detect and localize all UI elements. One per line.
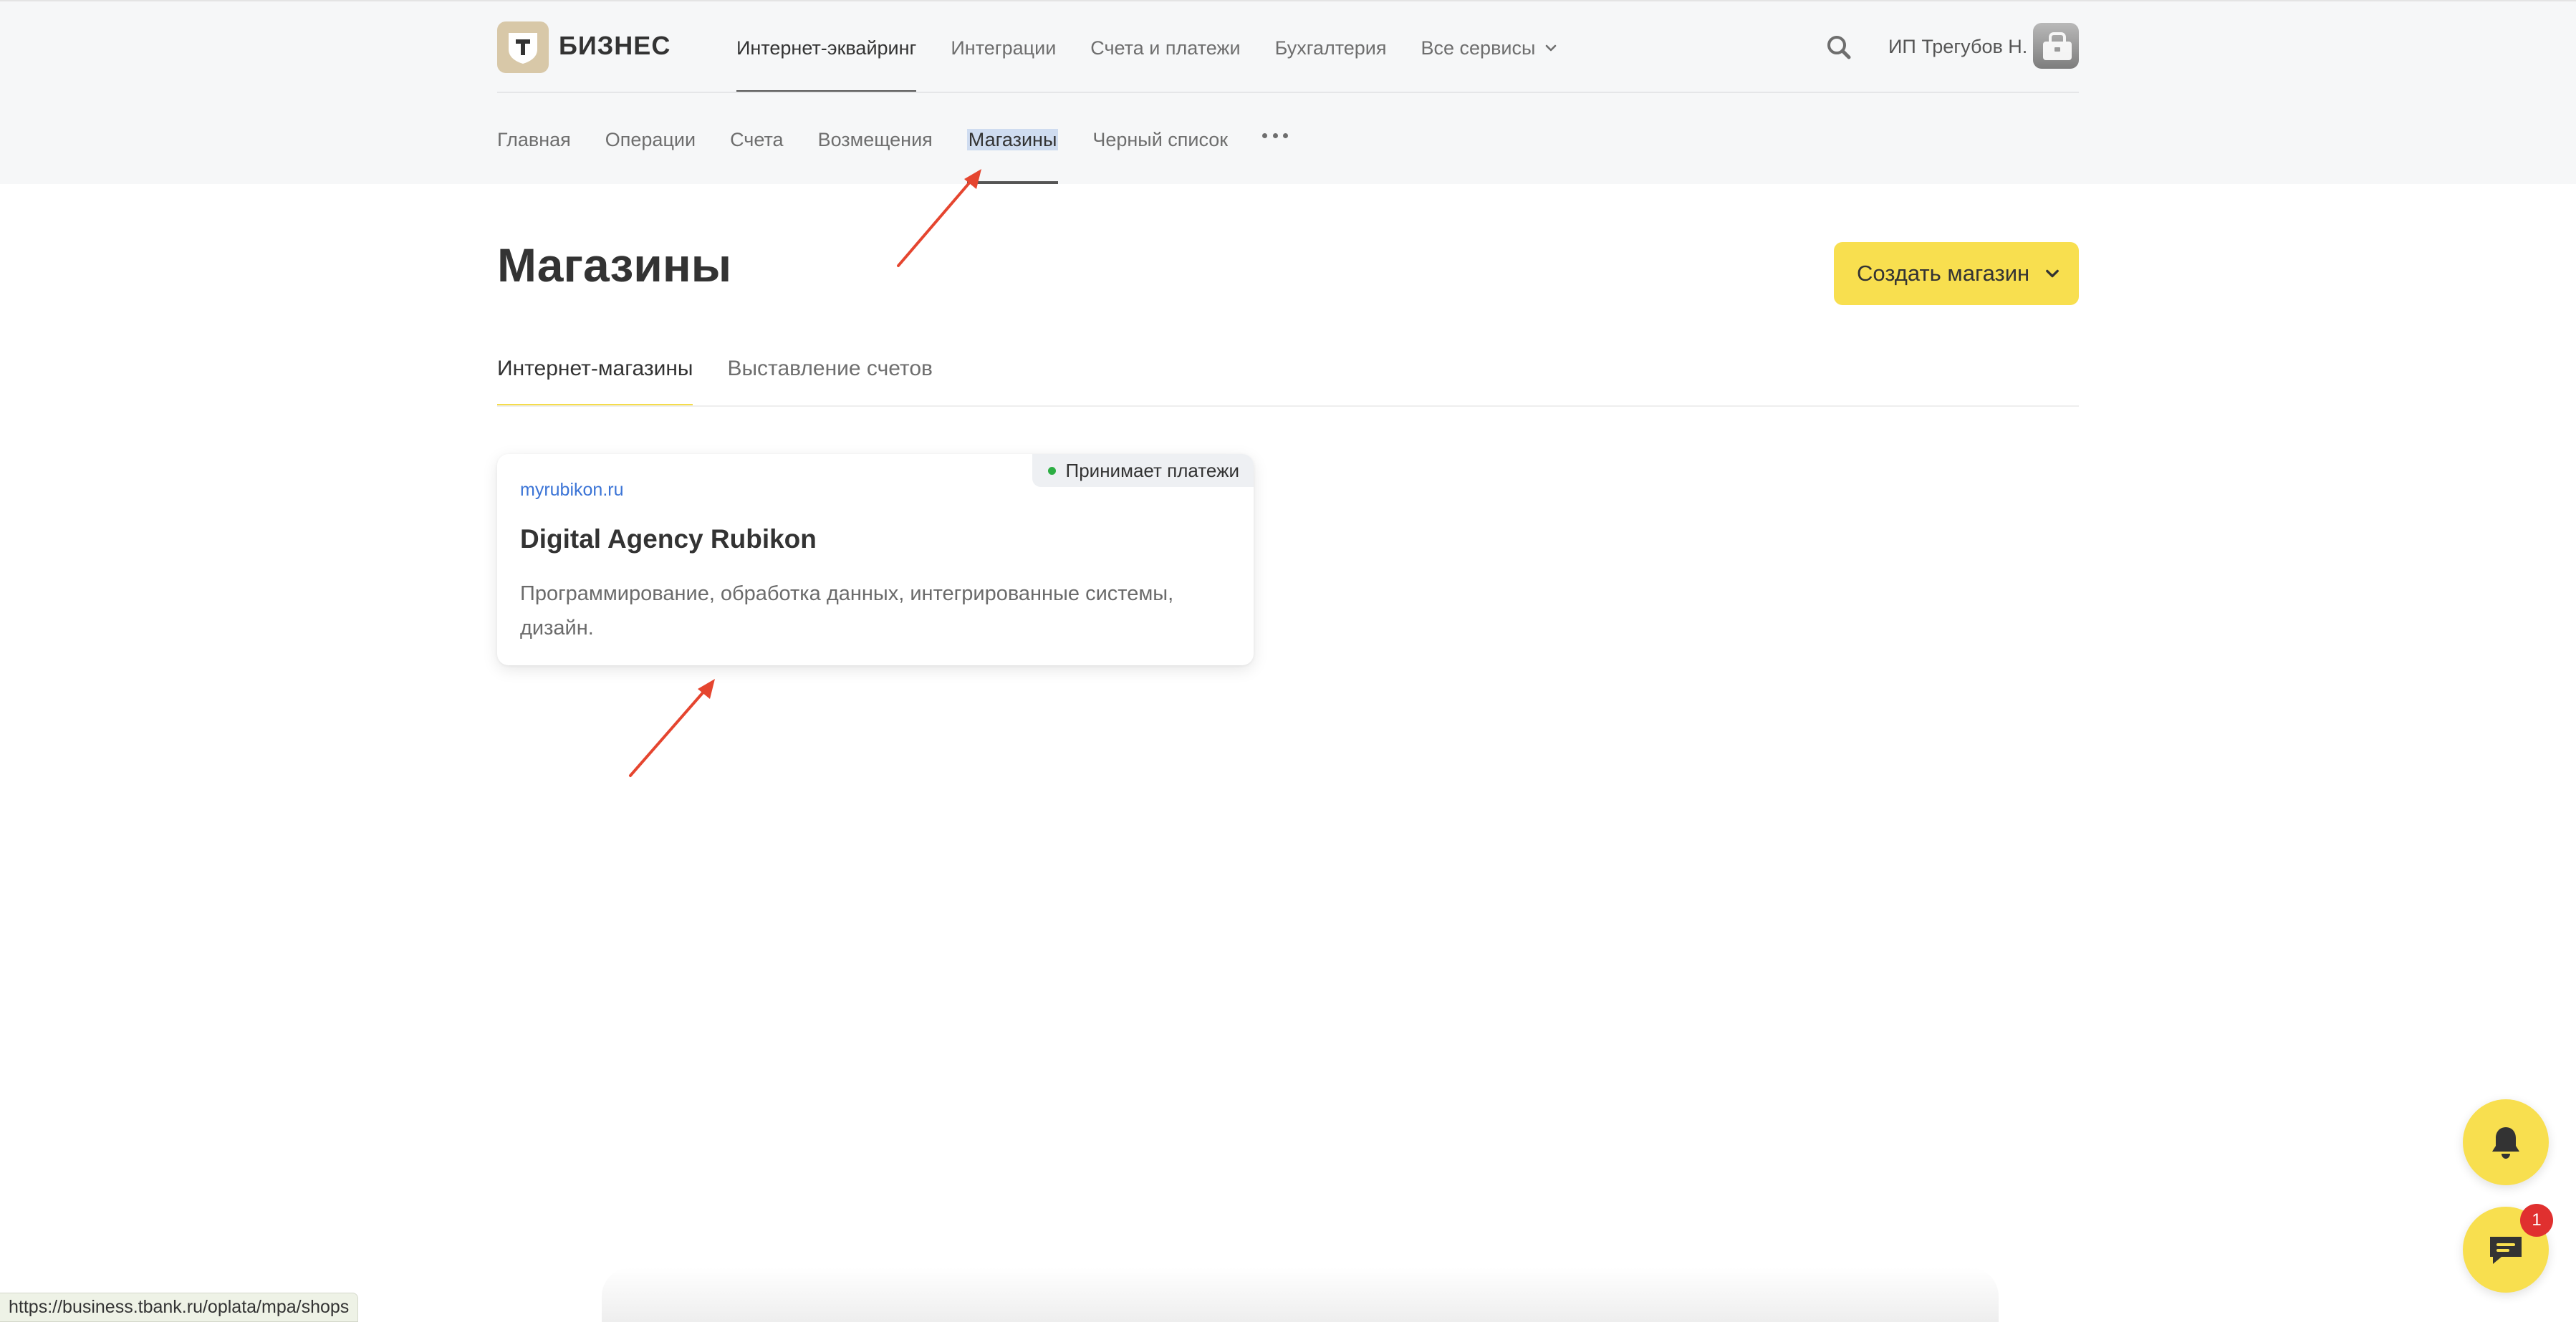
create-shop-label: Создать магазин [1857,261,2030,286]
sub-nav-shops-label: Магазины [966,129,1059,150]
shop-tabs: Интернет-магазины Выставление счетов [497,351,967,407]
sub-nav: Главная Операции Счета Возмещения Магази… [497,122,1289,184]
top-nav-label: Бухгалтерия [1274,37,1387,59]
chat-button[interactable]: 1 [2463,1204,2553,1293]
arrow-to-shop-card [629,679,715,777]
tab-invoicing[interactable]: Выставление счетов [727,351,932,407]
tabs-divider [497,405,2079,407]
top-nav-acquiring[interactable]: Интернет-эквайринг [736,20,917,93]
avatar[interactable] [2033,23,2079,69]
status-dot-icon [1047,466,1056,475]
top-nav-accounting[interactable]: Бухгалтерия [1275,20,1387,76]
bell-icon [2492,1127,2519,1159]
top-nav-integrations[interactable]: Интеграции [951,20,1056,76]
top-nav-all-services[interactable]: Все сервисы [1421,20,1559,76]
sub-nav-home[interactable]: Главная [497,122,571,158]
header-divider [497,92,2079,93]
search-icon[interactable] [1825,33,1853,62]
sub-nav-accounts[interactable]: Счета [730,122,783,158]
sub-nav-blacklist[interactable]: Черный список [1092,122,1228,158]
user-name[interactable]: ИП Трегубов Н. [1888,36,2027,58]
top-bar: БИЗНЕС Интернет-эквайринг Интеграции Сче… [497,20,2079,94]
chevron-down-icon [2046,269,2060,278]
page-title: Магазины [497,238,732,291]
briefcase-icon [2043,32,2072,60]
shop-url[interactable]: myrubikon.ru [520,480,624,501]
top-nav-label: Счета и платежи [1090,37,1241,59]
shop-name: Digital Agency Rubikon [520,524,817,554]
status-bar-url: https://business.tbank.ru/oplata/mpa/sho… [0,1293,359,1322]
create-shop-button[interactable]: Создать магазин [1834,242,2079,305]
annotation-arrows [629,169,981,777]
sub-nav-shops[interactable]: Магазины [966,122,1059,184]
status-badge: Принимает платежи [1032,454,1254,487]
top-nav-label: Интеграции [951,37,1057,59]
notifications-button[interactable] [2463,1099,2549,1185]
logo-icon[interactable] [497,21,549,73]
chevron-down-icon [1546,44,1557,52]
shop-description: Программирование, обработка данных, инте… [520,582,1174,640]
tab-online-shops[interactable]: Интернет-магазины [497,351,693,407]
top-nav-label: Интернет-эквайринг [736,37,917,59]
status-text: Принимает платежи [1065,459,1239,481]
top-border [0,0,2576,1]
sub-nav-refunds[interactable]: Возмещения [818,122,933,158]
shop-card[interactable]: Принимает платежи myrubikon.ru Digital A… [497,454,1254,665]
chat-badge: 1 [2520,1204,2553,1237]
top-nav-accounts-payments[interactable]: Счета и платежи [1090,20,1240,76]
header: БИЗНЕС Интернет-эквайринг Интеграции Сче… [0,0,2576,184]
bottom-shadow [602,1268,1999,1322]
sub-nav-operations[interactable]: Операции [605,122,696,158]
top-nav-label: Все сервисы [1421,37,1536,59]
logo-text[interactable]: БИЗНЕС [559,31,671,61]
chat-icon [2490,1237,2522,1264]
more-icon[interactable] [1262,117,1289,153]
shield-logo-icon [509,33,537,64]
top-nav: Интернет-эквайринг Интеграции Счета и пл… [736,20,1592,94]
